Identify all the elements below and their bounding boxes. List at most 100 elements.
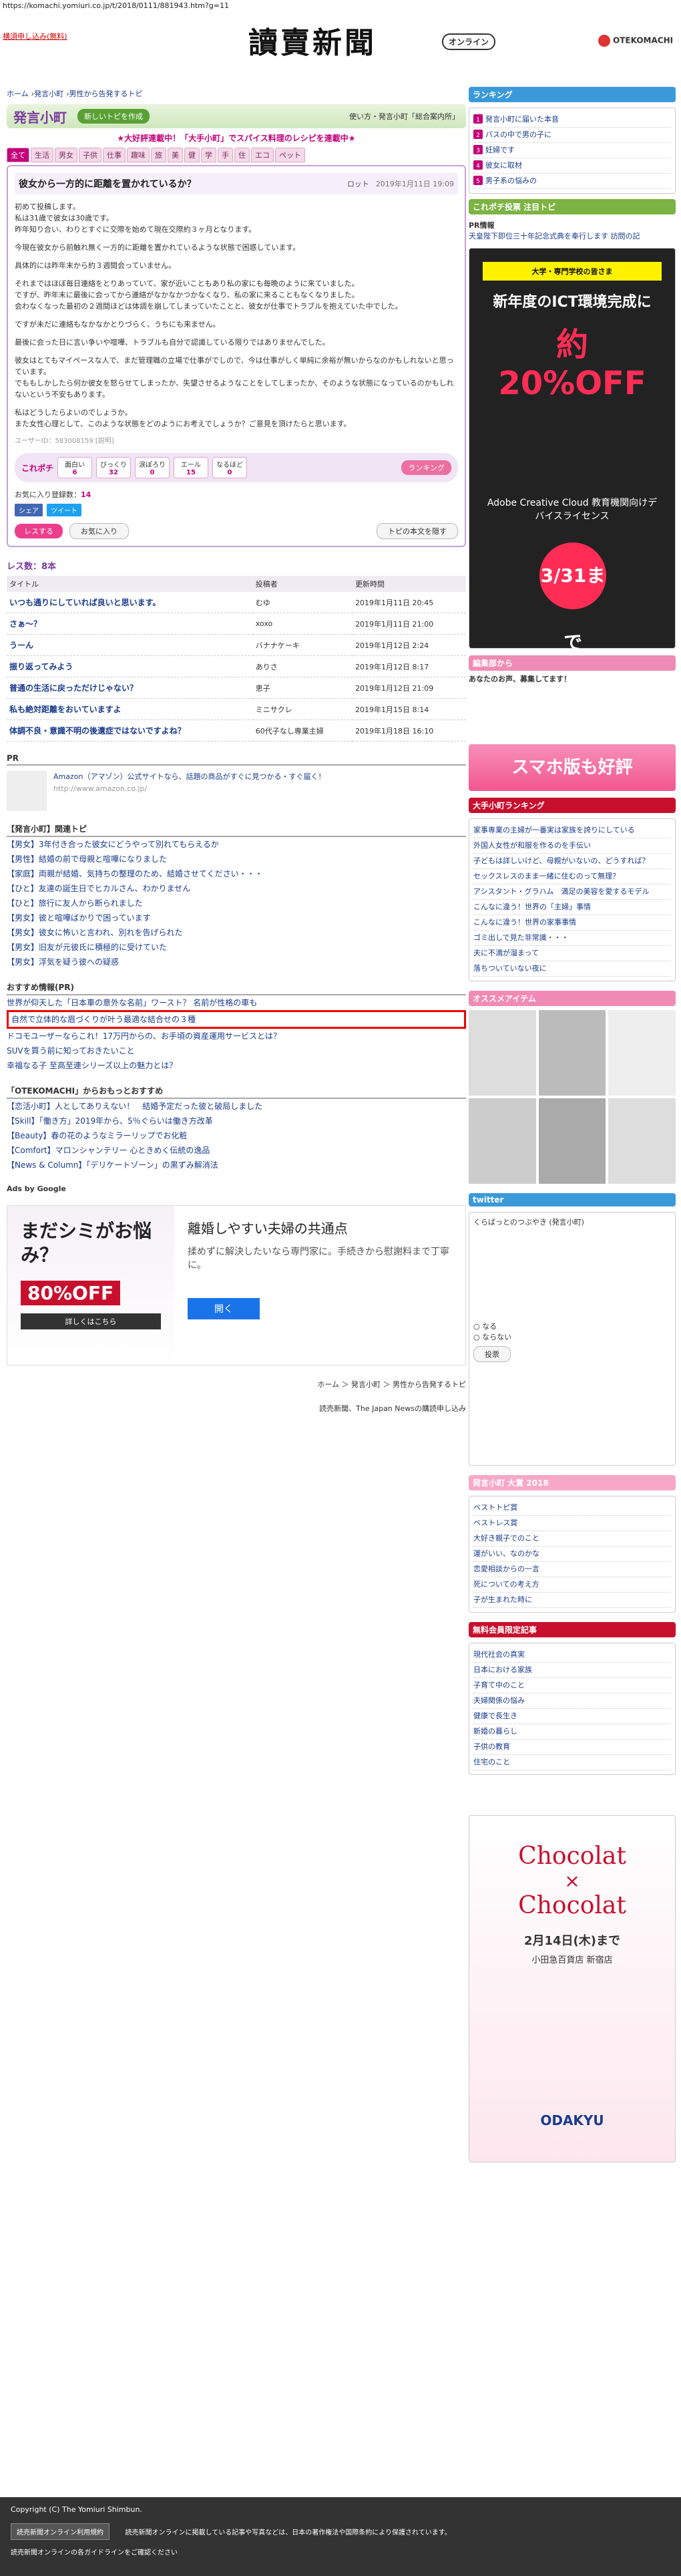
list-item[interactable]: 【男女】3年付き合った彼女にどうやって別れてもらえるか — [7, 837, 466, 852]
list-item[interactable]: 【Comfort】マロンシャンテリー 心ときめく伝統の逸品 — [7, 1143, 466, 1158]
ad-open-button[interactable]: 開く — [188, 1298, 260, 1319]
table-row[interactable]: 振り返ってみよう ありさ 2019年1月12日 8:17 — [7, 655, 466, 677]
list-item[interactable]: 1 発言小町に届いた本音 — [473, 112, 671, 128]
pr-info-text[interactable]: 天皇陛下即位三十年記念式典を奉行します 訪問の記 — [469, 230, 676, 241]
tab-hand[interactable]: 手 — [218, 148, 233, 162]
list-item[interactable]: 恋愛相談からの一言 — [473, 1562, 671, 1577]
list-item[interactable]: 子どもは詳しいけど、母親がいないの、どうすれば？ — [473, 854, 671, 869]
vote-option[interactable]: ○ なる — [473, 1321, 671, 1331]
list-item[interactable]: 4 彼女に取材 — [473, 158, 671, 174]
facebook-share-button[interactable]: シェア — [15, 504, 43, 516]
tab-love[interactable]: 男女 — [55, 148, 77, 162]
list-item[interactable]: 世界が仰天した「日本車の意外な名前」ワースト？ 名前が性格の車も — [7, 995, 466, 1010]
table-row[interactable]: さぁ～？ xoxo 2019年1月11日 21:00 — [7, 613, 466, 635]
list-item[interactable]: 大好き親子でのこと — [473, 1531, 671, 1547]
list-item[interactable]: 新婚の暮らし — [473, 1724, 671, 1740]
list-item[interactable]: SUVを買う前に知っておきたいこと — [7, 1043, 466, 1058]
twitter-share-button[interactable]: ツイート — [47, 504, 81, 516]
list-item[interactable]: 日本における家族 — [473, 1663, 671, 1678]
item-thumb[interactable] — [538, 1098, 606, 1184]
item-thumb[interactable] — [608, 1010, 676, 1096]
list-item[interactable]: アシスタント・グラハム 満足の美容を愛するモデル — [473, 884, 671, 900]
crumb-home[interactable]: ホーム — [7, 88, 29, 99]
online-badge[interactable]: オンライン — [442, 33, 496, 50]
subscribe-footer-link[interactable]: 読売新聞、The Japan Newsの購読申し込み — [7, 1403, 466, 1414]
smartphone-banner[interactable]: スマホ版も好評 — [469, 744, 676, 791]
reaction-surprise[interactable]: びっくり 32 — [96, 457, 132, 478]
list-item[interactable]: 【恋活小町】人としてありえない！ 結婚予定だった彼と破局しました — [7, 1099, 466, 1114]
list-item[interactable]: ベストトピ賞 — [473, 1500, 671, 1516]
list-item[interactable]: 外国人女性が和服を作るのを手伝い — [473, 838, 671, 854]
reaction-funny[interactable]: 面白い 6 — [57, 457, 93, 478]
list-item[interactable]: 自然で立体的な眉づくりが叶う最適な結合せの３種 — [7, 1010, 466, 1029]
hatsugen-title[interactable]: 発言小町 — [13, 107, 67, 126]
guide-link[interactable]: 使い方・発言小町「総合案内所」 — [349, 111, 459, 122]
item-thumb[interactable] — [469, 1098, 536, 1184]
list-item[interactable]: 【男女】旧友が元彼氏に積極的に受けていた — [7, 940, 466, 955]
list-item[interactable]: 【News & Column】「デリケートゾーン」の黒ずみ解消法 — [7, 1158, 466, 1172]
tab-pet[interactable]: ペット — [275, 148, 305, 162]
tab-work[interactable]: 仕事 — [103, 148, 126, 162]
reply-button[interactable]: レスする — [15, 524, 63, 538]
chocolat-ad[interactable]: Chocolat × Chocolat 2月14日(木)まで 小田急百貨店 新宿… — [469, 1815, 676, 2162]
tab-life[interactable]: 生活 — [31, 148, 53, 162]
tab-travel[interactable]: 旅 — [151, 148, 166, 162]
table-row[interactable]: うーん バナナケーキ 2019年1月12日 2:24 — [7, 634, 466, 656]
list-item[interactable]: 5 男子系の悩みの — [473, 174, 671, 189]
table-row[interactable]: いつも通りにしていれば良いと思います。 むゆ 2019年1月11日 20:45 — [7, 592, 466, 613]
crumb-hatsugen[interactable]: 発言小町 — [34, 88, 63, 99]
list-item[interactable]: 子供の教育 — [473, 1740, 671, 1755]
list-item[interactable]: 健康で長生き — [473, 1709, 671, 1724]
ad-divorce[interactable]: 離婚しやすい夫婦の共通点 揉めずに解決したいなら専門家に。手続きから慰謝料まで丁… — [174, 1206, 465, 1365]
list-item[interactable]: 【男性】結婚の前で母親と喧嘩になりました — [7, 852, 466, 866]
list-item[interactable]: 【Skill】「働き方」2019年から、5％ぐらいは働き方改革 — [7, 1114, 466, 1128]
table-row[interactable]: 普通の生活に戻っただけじゃない？ 恵子 2019年1月12日 21:09 — [7, 677, 466, 699]
reaction-indeed[interactable]: なるほど 0 — [212, 457, 248, 478]
list-item[interactable]: 【男女】彼と喧嘩ばかりで困っています — [7, 911, 466, 925]
footer-note2[interactable]: 読売新聞オンラインの各ガイドラインをご確認ください — [11, 2547, 670, 2557]
list-item[interactable]: 【男女】浮気を疑う彼への疑惑 — [7, 955, 466, 969]
list-item[interactable]: 【Beauty】春の花のようなミラーリップでお化粧 — [7, 1128, 466, 1143]
promo-banner[interactable]: ★大好評連載中！「大手小町」でスパイス料理のレシピを連載中★ — [7, 132, 466, 144]
list-item[interactable]: 運がいい、なのかな — [473, 1547, 671, 1562]
list-item[interactable]: 夫婦関係の悩み — [473, 1694, 671, 1709]
editorial-text[interactable]: あなたのお声、募集してます！ — [469, 673, 676, 684]
item-thumb[interactable] — [538, 1010, 606, 1096]
tab-hobby[interactable]: 趣味 — [127, 148, 150, 162]
tab-home[interactable]: 住 — [234, 148, 250, 162]
adobe-ad[interactable]: 大学・専門学校の皆さま 新年度のICT環境完成に 約20%OFF Adobe C… — [469, 248, 676, 653]
amazon-thumb[interactable] — [7, 771, 47, 811]
tab-study[interactable]: 学 — [201, 148, 216, 162]
reaction-cheer[interactable]: エール 15 — [174, 457, 209, 478]
hide-body-button[interactable]: トピの本文を隠す — [377, 523, 458, 539]
list-item[interactable]: 3 妊婦です — [473, 143, 671, 158]
crumb-topic[interactable]: 男性から告発するトピ — [69, 88, 142, 99]
new-topic-button[interactable]: 新しいトピを作成 — [77, 109, 150, 124]
tab-kids[interactable]: 子供 — [79, 148, 101, 162]
list-item[interactable]: ドコモユーザーならこれ！17万円からの、お手頃の資産運用サービスとは？ — [7, 1029, 466, 1043]
list-item[interactable]: ベストレス賞 — [473, 1516, 671, 1531]
list-item[interactable]: 子が生まれた時に — [473, 1593, 671, 1608]
thread-author[interactable]: ロット — [347, 178, 369, 189]
pr-desc[interactable]: Amazon（アマゾン）公式サイトなら、話題の商品がすぐに見つかる・すぐ届く！ — [53, 771, 325, 782]
list-item[interactable]: セックスレスのまま一緒に住むのって無理？ — [473, 869, 671, 884]
list-item[interactable]: こんなに違う！世界の「主婦」事情 — [473, 900, 671, 915]
vote-button[interactable]: 投票 — [473, 1346, 511, 1362]
list-item[interactable]: 【家庭】両親が結婚、気持ちの整理のため、結婚させてください・・・ — [7, 866, 466, 881]
col-date[interactable]: 更新時間 — [353, 576, 466, 592]
list-item[interactable]: 夫に不満が溜まって — [473, 946, 671, 961]
list-item[interactable]: ゴミ出しで見た非常識・・・ — [473, 931, 671, 946]
terms-button[interactable]: 読売新聞オンライン利用規約 — [11, 2523, 109, 2540]
list-item[interactable]: 子育て中のこと — [473, 1678, 671, 1694]
list-item[interactable]: 2 パスの中で男の子に — [473, 128, 671, 143]
ad-stain-button[interactable]: 詳しくはこちら — [21, 1313, 161, 1329]
item-thumb[interactable] — [608, 1098, 676, 1184]
otekomachi-logo[interactable]: OTEKOMACHI — [598, 35, 673, 47]
vote-option[interactable]: ○ ならない — [473, 1331, 671, 1342]
tab-health[interactable]: 健 — [184, 148, 200, 162]
list-item[interactable]: こんなに違う！世界の家事事情 — [473, 915, 671, 931]
table-row[interactable]: 私も絶対距離をおいていますよ ミニサクレ 2019年1月15日 8:14 — [7, 698, 466, 720]
item-thumb[interactable] — [469, 1010, 536, 1096]
tab-eco[interactable]: エコ — [251, 148, 274, 162]
ad-stain[interactable]: まだシミがお悩み？ 80%OFF 詳しくはこちら — [7, 1206, 174, 1365]
